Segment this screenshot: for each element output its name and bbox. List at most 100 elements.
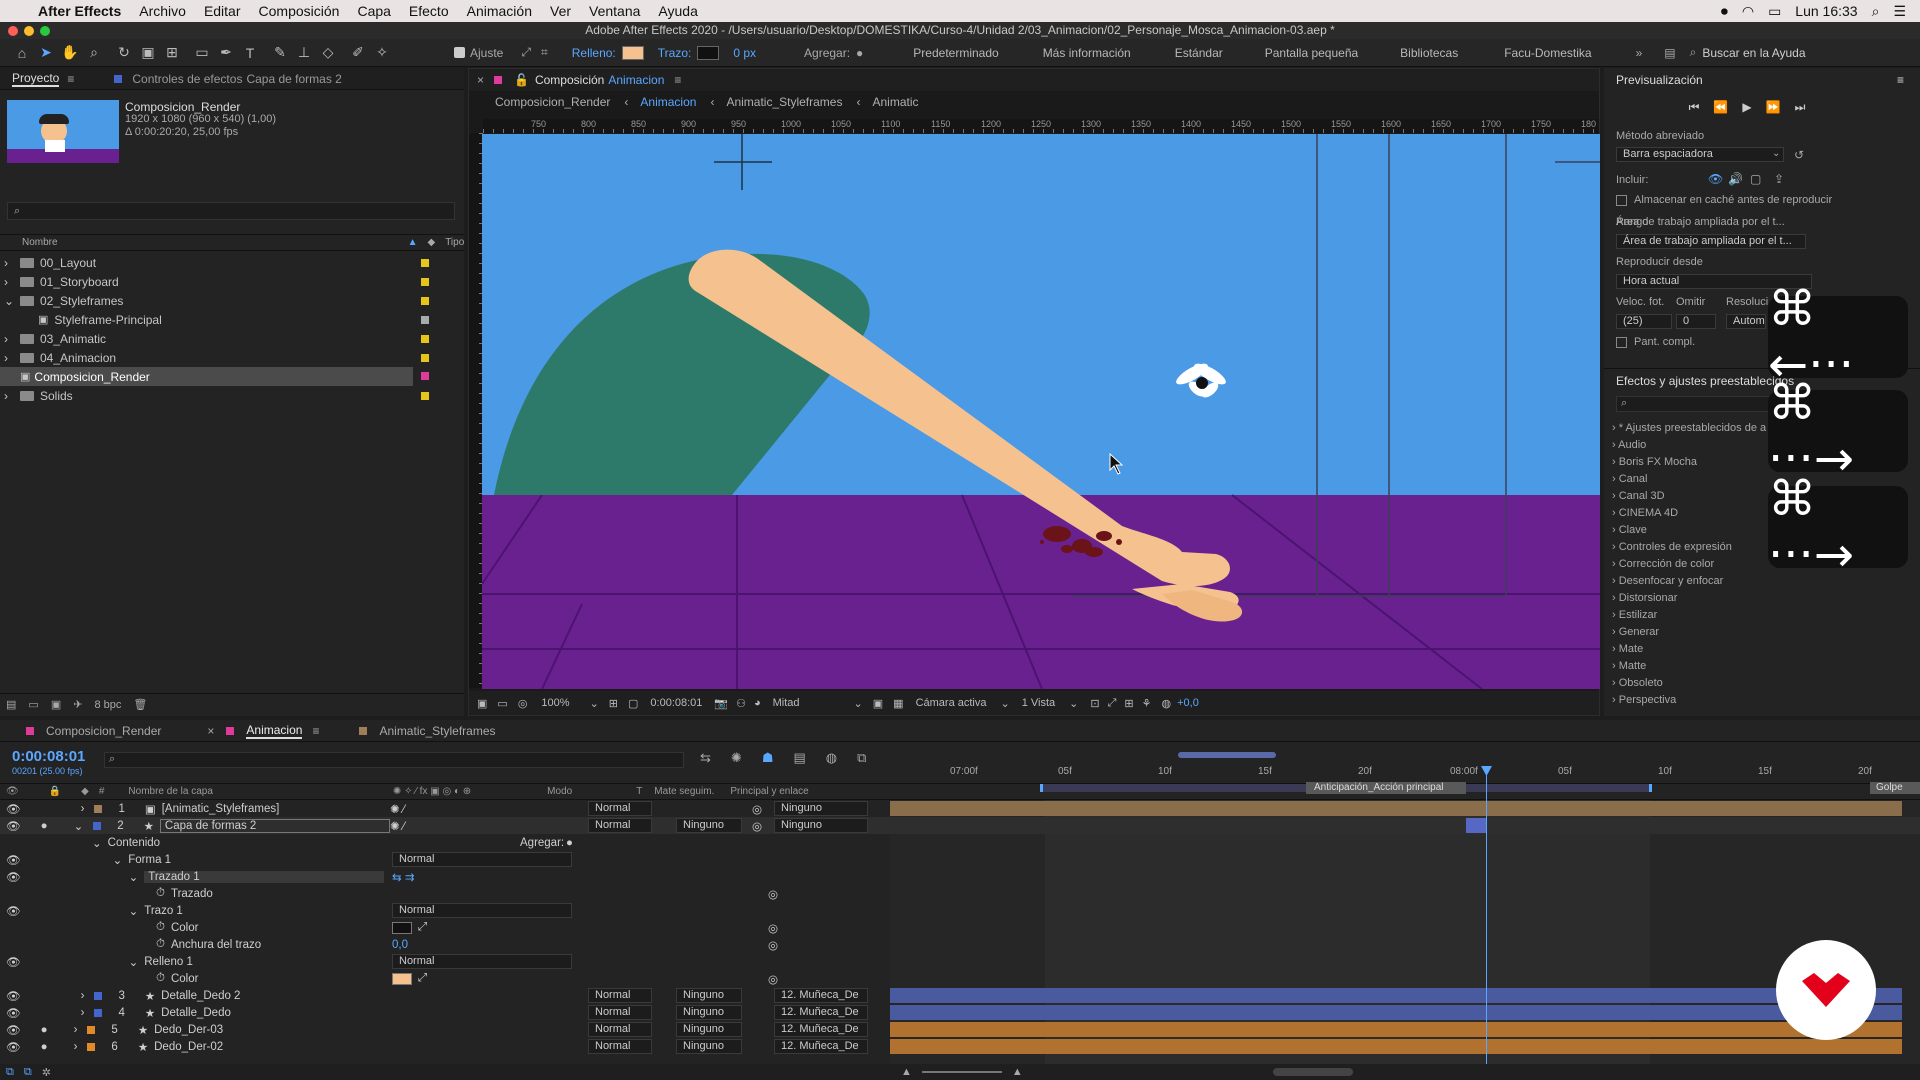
blend-mode-select[interactable]: Normal (392, 903, 572, 918)
layer-mate-select[interactable]: Ninguno (676, 1022, 742, 1037)
effects-item[interactable]: › Clave (1612, 522, 1766, 539)
project-item[interactable]: › 04_Animacion (0, 348, 460, 367)
stroke-swatch[interactable] (697, 45, 720, 60)
fps-select[interactable]: (25) (1616, 314, 1672, 329)
include-video-icon[interactable]: 👁 (1708, 172, 1723, 186)
layer-parent-select[interactable]: 12. Muñeca_De (774, 1022, 868, 1037)
menu-capa[interactable]: Capa (357, 3, 390, 19)
layer-mode-select[interactable]: Normal (588, 1005, 652, 1020)
property-row[interactable]: ⏱ Color ⤢ ◎ (0, 970, 1920, 987)
menu-ventana[interactable]: Ventana (589, 3, 640, 19)
col-parent[interactable]: Principal y enlace (730, 786, 808, 797)
layer-mate-select[interactable]: Ninguno (676, 988, 742, 1003)
col-mate[interactable]: Mate seguim. (654, 786, 714, 797)
motion-blur-icon[interactable]: ◍ (826, 750, 837, 766)
eye-icon[interactable]: 👁 (6, 1023, 21, 1037)
toggle-render-icon[interactable]: ✲ (42, 1066, 51, 1079)
reset-exposure-icon[interactable]: ◍ (1162, 697, 1172, 710)
zoom-in-icon[interactable]: ▲ (1012, 1066, 1023, 1078)
menu-efecto[interactable]: Efecto (409, 3, 449, 19)
zoom-out-icon[interactable]: ▲ (901, 1066, 912, 1078)
transparency-icon[interactable]: ▢ (628, 697, 638, 710)
new-comp-icon[interactable]: ▣ (51, 698, 61, 711)
breadcrumb-item[interactable]: Animatic (872, 95, 918, 109)
chevron-down-icon[interactable]: ⌄ (1001, 697, 1010, 710)
comp-marker-2[interactable]: Golpe (1870, 782, 1920, 794)
mask-icon[interactable]: ◎ (518, 697, 528, 710)
timeline-scrollbar[interactable] (1272, 1068, 1353, 1076)
timeline-tab-active[interactable]: Animacion (246, 723, 303, 739)
stamp-tool-icon[interactable]: ⊥ (292, 43, 316, 63)
expand-chevron-icon[interactable]: › (81, 803, 85, 815)
layer-row[interactable]: 👁 › 1 ▣ [Animatic_Styleframes] ✺ ⁄ Norma… (0, 800, 1920, 817)
metodo-select[interactable]: Barra espaciadora (1616, 147, 1784, 162)
layer-row[interactable]: 👁 ● › 5 ★ Dedo_Der-03 Normal Ninguno 12. Muñeca_… (0, 1021, 1920, 1038)
col-t[interactable]: T (636, 786, 642, 797)
solo-icon[interactable]: ● (41, 820, 48, 832)
snap-grid-icon[interactable]: ⌗ (541, 45, 548, 60)
stopwatch-icon[interactable]: ⏱ (156, 938, 165, 951)
layer-bar[interactable] (890, 1022, 1902, 1037)
layer-name[interactable]: Detalle_Dedo (161, 1007, 231, 1019)
playhead[interactable] (1486, 770, 1487, 1080)
menu-editar[interactable]: Editar (204, 3, 241, 19)
zoom-tool-icon[interactable]: ⌕ (82, 43, 106, 63)
project-item[interactable]: ▣ Styleframe-Principal (0, 310, 460, 329)
lock-switch-icon[interactable]: 🔒 (49, 786, 61, 797)
panel-menu-icon[interactable]: ≡ (1897, 73, 1904, 87)
fullscreen-checkbox[interactable] (1616, 337, 1627, 348)
workspace-predeterminado[interactable]: Predeterminado (913, 46, 998, 60)
camera-select[interactable]: Cámara activa (916, 697, 987, 709)
pen-tool-icon[interactable]: ✒ (214, 43, 238, 63)
pickwhip-icon[interactable]: ◎ (752, 819, 762, 833)
menu-ayuda[interactable]: Ayuda (658, 3, 697, 19)
snapshot-icon[interactable]: 📷 (714, 697, 728, 710)
property-row[interactable]: 👁 ⌄ Trazado 1 ⇆ ⇉ (0, 868, 1920, 885)
close-tab-icon[interactable]: × (477, 73, 484, 87)
breadcrumb-item[interactable]: Composicion_Render (495, 95, 610, 109)
solo-icon[interactable]: ● (41, 1024, 48, 1036)
eye-icon[interactable]: 👁 (6, 870, 21, 884)
play-icon[interactable]: ▶ (1742, 100, 1751, 115)
effects-item[interactable]: › Canal 3D (1612, 488, 1766, 505)
eraser-tool-icon[interactable]: ◇ (316, 43, 340, 63)
rectangle-tool-icon[interactable]: ▭ (190, 43, 214, 63)
effects-item[interactable]: › Distorsionar (1612, 590, 1766, 607)
include-audio-icon[interactable]: 🔊 (1728, 172, 1743, 186)
reset-icon[interactable]: ↺ (1794, 148, 1804, 162)
camera-tool-icon[interactable]: ▣ (136, 43, 160, 63)
chevron-down-icon[interactable]: ⌄ (590, 697, 599, 710)
blend-mode-select[interactable]: Normal (392, 852, 572, 867)
label-col-icon[interactable]: ◆ (81, 786, 89, 797)
blend-mode-select[interactable]: Normal (392, 954, 572, 969)
add-icon[interactable]: ● (856, 46, 863, 60)
graph-editor-icon[interactable]: ⧉ (857, 750, 866, 766)
eye-icon[interactable]: 👁 (6, 1040, 21, 1054)
tab-proyecto[interactable]: Proyecto (12, 71, 60, 87)
layer-parent-select[interactable]: 12. Muñeca_De (774, 1039, 868, 1054)
resolution-select[interactable]: Mitad (773, 697, 800, 709)
snap-options-icon[interactable]: ⤢ (521, 45, 531, 60)
record-icon[interactable]: ⏺ (1721, 3, 1728, 20)
workspace-mas-informacion[interactable]: Más información (1043, 46, 1131, 60)
effects-item[interactable]: › Desenfocar y enfocar (1612, 573, 1766, 590)
close-tab-icon[interactable]: × (207, 724, 214, 738)
search-icon[interactable]: ⌕ (1872, 3, 1880, 20)
workspace-pantalla-pequena[interactable]: Pantalla pequeña (1265, 46, 1358, 60)
next-frame-icon[interactable]: ⏩ (1766, 100, 1781, 115)
views-select[interactable]: 1 Vista (1022, 697, 1055, 709)
comp-flowchart-icon[interactable]: ⇆ (700, 750, 711, 766)
menu-archivo[interactable]: Archivo (139, 3, 186, 19)
help-search-input[interactable]: Buscar en la Ayuda (1702, 46, 1805, 60)
col-layer-name[interactable]: Nombre de la capa (128, 786, 213, 797)
comp-marker[interactable]: Anticipación_Acción principal (1306, 782, 1466, 794)
layer-name[interactable]: [Animatic_Styleframes] (162, 803, 280, 815)
breadcrumb-item-active[interactable]: Animacion (640, 95, 696, 109)
viewer-tab-name[interactable]: Animacion (608, 73, 664, 87)
toggle-modes-icon[interactable]: ⧉ (24, 1066, 32, 1079)
add-icon[interactable]: ● (566, 837, 573, 849)
eyedropper-icon[interactable]: ⤢ (418, 921, 427, 934)
cache-checkbox[interactable] (1616, 195, 1627, 206)
property-row[interactable]: 👁 ⌄ Relleno 1 Normal (0, 953, 1920, 970)
battery-icon[interactable]: ▭ (1768, 3, 1781, 20)
